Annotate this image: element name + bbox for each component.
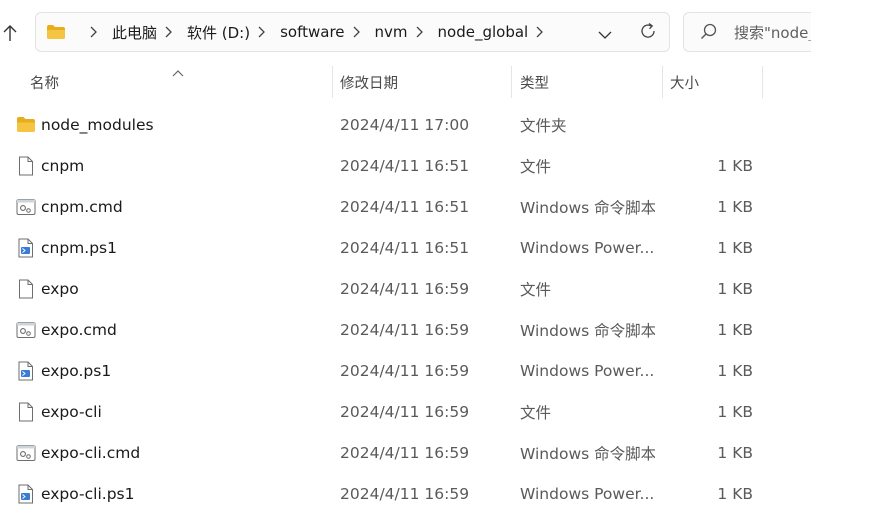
column-header-date[interactable]: 修改日期 bbox=[340, 64, 510, 100]
file-modified-date: 2024/4/11 16:59 bbox=[340, 361, 470, 380]
breadcrumb-item-node-global[interactable]: node_global bbox=[438, 23, 529, 41]
search-input[interactable] bbox=[734, 23, 811, 41]
breadcrumb-item-drive-d[interactable]: 软件 (D:) bbox=[187, 22, 250, 43]
file-size: 1 KB bbox=[717, 361, 753, 380]
file-name: expo-cli.cmd bbox=[41, 443, 141, 462]
column-header-type[interactable]: 类型 bbox=[520, 64, 660, 100]
cmd-script-icon bbox=[16, 309, 36, 350]
file-row[interactable]: cnpm 2024/4/11 16:51 文件 1 KB bbox=[0, 145, 878, 186]
file-size: 1 KB bbox=[717, 320, 753, 339]
address-bar[interactable]: 此电脑 软件 (D:) software nvm node_global bbox=[35, 12, 670, 52]
cmd-script-icon bbox=[16, 432, 36, 473]
breadcrumb-item-this-pc[interactable]: 此电脑 bbox=[112, 22, 157, 43]
file-name: expo-cli bbox=[41, 402, 102, 421]
chevron-down-icon bbox=[598, 24, 612, 43]
column-header-name[interactable]: 名称 bbox=[30, 64, 330, 100]
search-box[interactable] bbox=[683, 12, 811, 52]
file-modified-date: 2024/4/11 16:59 bbox=[340, 443, 470, 462]
navigation-bar: 此电脑 软件 (D:) software nvm node_global bbox=[0, 0, 878, 66]
file-name: node_modules bbox=[41, 115, 154, 134]
file-size: 1 KB bbox=[717, 156, 753, 175]
refresh-icon bbox=[639, 22, 657, 44]
breadcrumb-item-nvm[interactable]: nvm bbox=[375, 23, 408, 41]
file-type: Windows Power... bbox=[520, 238, 655, 257]
file-modified-date: 2024/4/11 16:59 bbox=[340, 484, 470, 503]
file-type: Windows Power... bbox=[520, 484, 655, 503]
column-divider[interactable] bbox=[511, 66, 512, 98]
breadcrumb-item-software[interactable]: software bbox=[280, 23, 344, 41]
file-modified-date: 2024/4/11 17:00 bbox=[340, 115, 470, 134]
folder-icon bbox=[46, 23, 68, 41]
chevron-right-icon[interactable] bbox=[536, 25, 546, 39]
chevron-right-icon[interactable] bbox=[258, 25, 268, 39]
file-size: 1 KB bbox=[717, 402, 753, 421]
history-dropdown-button[interactable] bbox=[595, 23, 615, 43]
file-icon bbox=[16, 391, 36, 432]
file-name: cnpm.ps1 bbox=[41, 238, 117, 257]
file-modified-date: 2024/4/11 16:59 bbox=[340, 320, 470, 339]
file-name: expo.cmd bbox=[41, 320, 117, 339]
file-name: expo-cli.ps1 bbox=[41, 484, 135, 503]
file-modified-date: 2024/4/11 16:51 bbox=[340, 238, 470, 257]
file-type: 文件 bbox=[520, 403, 552, 422]
powershell-script-icon bbox=[16, 227, 36, 268]
file-row[interactable]: cnpm.ps1 2024/4/11 16:51 Windows Power... 1… bbox=[0, 227, 878, 268]
file-list: node_modules 2024/4/11 17:00 文件夹 cnpm 2024/… bbox=[0, 104, 878, 514]
file-modified-date: 2024/4/11 16:59 bbox=[340, 279, 470, 298]
chevron-right-icon[interactable] bbox=[165, 25, 175, 39]
file-icon bbox=[16, 145, 36, 186]
file-name: cnpm bbox=[41, 156, 85, 175]
powershell-script-icon bbox=[16, 350, 36, 391]
powershell-script-icon bbox=[16, 473, 36, 514]
file-type: Windows Power... bbox=[520, 361, 655, 380]
file-type: 文件 bbox=[520, 280, 552, 299]
file-name: expo bbox=[41, 279, 79, 298]
chevron-right-icon[interactable] bbox=[416, 25, 426, 39]
file-modified-date: 2024/4/11 16:59 bbox=[340, 402, 470, 421]
file-size: 1 KB bbox=[717, 484, 753, 503]
file-icon bbox=[16, 268, 36, 309]
file-row[interactable]: expo-cli.cmd 2024/4/11 16:59 Windows 命令脚本 1… bbox=[0, 432, 878, 473]
file-type: 文件 bbox=[520, 157, 552, 176]
file-modified-date: 2024/4/11 16:51 bbox=[340, 197, 470, 216]
column-header-row: 名称 修改日期 类型 大小 bbox=[0, 64, 878, 100]
cmd-script-icon bbox=[16, 186, 36, 227]
breadcrumb: 此电脑 软件 (D:) software nvm node_global bbox=[36, 22, 669, 43]
file-type: 文件夹 bbox=[520, 116, 567, 135]
column-header-size[interactable]: 大小 bbox=[670, 64, 760, 100]
file-type: Windows 命令脚本 bbox=[520, 198, 655, 217]
file-row[interactable]: node_modules 2024/4/11 17:00 文件夹 bbox=[0, 104, 878, 145]
file-type: Windows 命令脚本 bbox=[520, 444, 655, 463]
file-size: 1 KB bbox=[717, 238, 753, 257]
file-type: Windows 命令脚本 bbox=[520, 321, 655, 340]
folder-icon bbox=[16, 104, 36, 145]
file-row[interactable]: expo.ps1 2024/4/11 16:59 Windows Power... 1… bbox=[0, 350, 878, 391]
file-modified-date: 2024/4/11 16:51 bbox=[340, 156, 470, 175]
chevron-right-icon[interactable] bbox=[353, 25, 363, 39]
up-arrow-icon[interactable] bbox=[0, 22, 20, 44]
search-icon bbox=[700, 23, 718, 41]
file-size: 1 KB bbox=[717, 197, 753, 216]
file-size bbox=[680, 104, 753, 145]
column-divider[interactable] bbox=[762, 66, 763, 98]
file-name: cnpm.cmd bbox=[41, 197, 123, 216]
chevron-right-icon[interactable] bbox=[90, 25, 100, 39]
file-row[interactable]: expo-cli.ps1 2024/4/11 16:59 Windows Power… bbox=[0, 473, 878, 514]
file-row[interactable]: expo.cmd 2024/4/11 16:59 Windows 命令脚本 1 KB bbox=[0, 309, 878, 350]
file-row[interactable]: cnpm.cmd 2024/4/11 16:51 Windows 命令脚本 1 KB bbox=[0, 186, 878, 227]
column-divider[interactable] bbox=[332, 66, 333, 98]
refresh-button[interactable] bbox=[637, 22, 659, 44]
file-row[interactable]: expo 2024/4/11 16:59 文件 1 KB bbox=[0, 268, 878, 309]
file-size: 1 KB bbox=[717, 279, 753, 298]
file-name: expo.ps1 bbox=[41, 361, 112, 380]
column-divider[interactable] bbox=[662, 66, 663, 98]
file-row[interactable]: expo-cli 2024/4/11 16:59 文件 1 KB bbox=[0, 391, 878, 432]
file-size: 1 KB bbox=[717, 443, 753, 462]
